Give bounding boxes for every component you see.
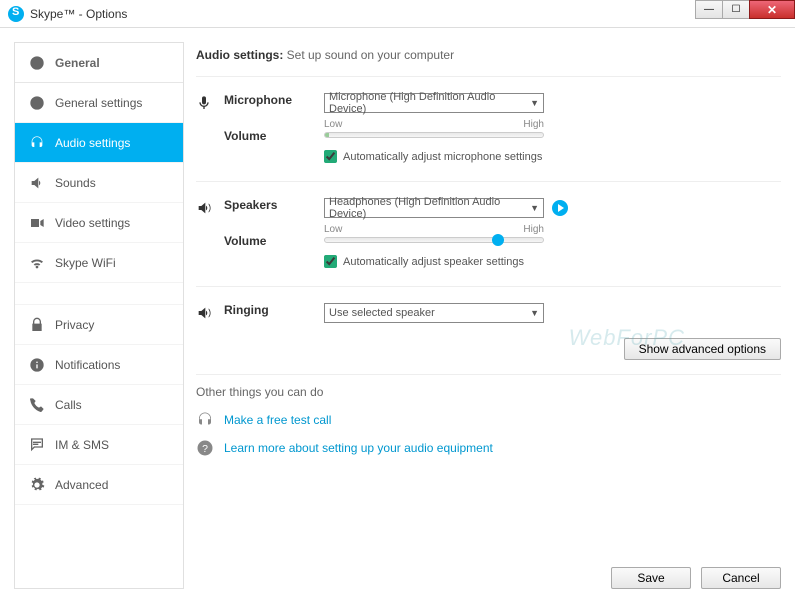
sidebar-label: General: [55, 56, 100, 70]
sidebar-item-skype-wifi[interactable]: Skype WiFi: [15, 243, 183, 283]
sidebar-item-notifications[interactable]: Notifications: [15, 345, 183, 385]
page-header-rest: Set up sound on your computer: [283, 48, 454, 62]
sidebar-label: Sounds: [55, 176, 96, 190]
spk-high-label: High: [523, 224, 544, 235]
sidebar-label: Notifications: [55, 358, 120, 372]
camera-icon: [29, 215, 45, 231]
section-speakers: Speakers Volume Headphones (High Definit…: [196, 182, 781, 287]
link-test-call[interactable]: Make a free test call: [224, 413, 331, 427]
sidebar-label: Audio settings: [55, 136, 130, 150]
sidebar-label: Calls: [55, 398, 82, 412]
info-icon: [29, 357, 45, 373]
sidebar-item-sounds[interactable]: Sounds: [15, 163, 183, 203]
link-learn-more[interactable]: Learn more about setting up your audio e…: [224, 441, 493, 455]
speakers-auto-input[interactable]: [324, 255, 337, 268]
sidebar-item-audio-settings[interactable]: Audio settings: [15, 123, 183, 163]
cancel-button[interactable]: Cancel: [701, 567, 781, 589]
maximize-button[interactable]: ☐: [722, 0, 750, 19]
sidebar-label: Skype WiFi: [55, 256, 116, 270]
sidebar-label: General settings: [55, 96, 142, 110]
gear-icon: [29, 477, 45, 493]
speaker-icon: [29, 175, 45, 191]
speakers-volume-label: Volume: [224, 234, 324, 248]
microphone-icon: [196, 93, 224, 163]
sidebar-spacer: [15, 283, 183, 305]
mic-low-label: Low: [324, 119, 342, 130]
ringing-device-value: Use selected speaker: [329, 307, 435, 319]
speakers-auto-label: Automatically adjust speaker settings: [343, 256, 524, 268]
phone-icon: [29, 397, 45, 413]
microphone-device-value: Microphone (High Definition Audio Device…: [329, 91, 530, 115]
window-buttons: — ☐ ✕: [696, 0, 795, 20]
sidebar-item-advanced[interactable]: Advanced: [15, 465, 183, 505]
microphone-volume-slider[interactable]: [324, 132, 544, 138]
other-header: Other things you can do: [196, 385, 781, 399]
speakers-volume-slider[interactable]: [324, 237, 544, 243]
close-button[interactable]: ✕: [749, 0, 795, 19]
mic-high-label: High: [523, 119, 544, 130]
chevron-down-icon: ▼: [530, 203, 539, 213]
footer: Save Cancel: [196, 555, 781, 589]
svg-text:?: ?: [202, 443, 208, 455]
microphone-auto-checkbox[interactable]: Automatically adjust microphone settings: [324, 150, 781, 163]
main-panel: Audio settings: Set up sound on your com…: [196, 42, 781, 589]
microphone-auto-input[interactable]: [324, 150, 337, 163]
microphone-label: Microphone: [224, 93, 324, 107]
sidebar-label: IM & SMS: [55, 438, 109, 452]
sidebar-item-im-sms[interactable]: IM & SMS: [15, 425, 183, 465]
sidebar-item-general-settings[interactable]: General settings: [15, 83, 183, 123]
chevron-down-icon: ▼: [530, 98, 539, 108]
section-ringing: Ringing Use selected speaker ▼: [196, 287, 781, 332]
microphone-device-dropdown[interactable]: Microphone (High Definition Audio Device…: [324, 93, 544, 113]
sidebar-item-general-header[interactable]: General: [15, 43, 183, 83]
test-speaker-button[interactable]: [552, 200, 568, 216]
help-icon: ?: [196, 439, 214, 457]
save-button[interactable]: Save: [611, 567, 691, 589]
speakers-device-dropdown[interactable]: Headphones (High Definition Audio Device…: [324, 198, 544, 218]
sidebar-item-video-settings[interactable]: Video settings: [15, 203, 183, 243]
microphone-auto-label: Automatically adjust microphone settings: [343, 151, 542, 163]
sidebar-label: Privacy: [55, 318, 94, 332]
speakers-auto-checkbox[interactable]: Automatically adjust speaker settings: [324, 255, 781, 268]
lock-icon: [29, 317, 45, 333]
speakers-label: Speakers: [224, 198, 324, 212]
speaker-icon: [196, 303, 224, 326]
sidebar-label: Video settings: [55, 216, 130, 230]
speakers-device-value: Headphones (High Definition Audio Device…: [329, 196, 530, 220]
section-microphone: Microphone Volume Microphone (High Defin…: [196, 77, 781, 182]
sidebar-item-privacy[interactable]: Privacy: [15, 305, 183, 345]
skype-icon: [29, 55, 45, 71]
chat-icon: [29, 437, 45, 453]
title-bar: Skype™ - Options — ☐ ✕: [0, 0, 795, 28]
sidebar: General General settings Audio settings …: [14, 42, 184, 589]
page-header: Audio settings: Set up sound on your com…: [196, 42, 781, 77]
sidebar-label: Advanced: [55, 478, 108, 492]
show-advanced-button[interactable]: Show advanced options: [624, 338, 781, 360]
ringing-label: Ringing: [224, 303, 324, 317]
microphone-volume-label: Volume: [224, 129, 324, 143]
sidebar-item-calls[interactable]: Calls: [15, 385, 183, 425]
skype-icon: [29, 95, 45, 111]
chevron-down-icon: ▼: [530, 308, 539, 318]
headset-icon: [196, 411, 214, 429]
spk-low-label: Low: [324, 224, 342, 235]
page-header-bold: Audio settings:: [196, 48, 283, 62]
ringing-device-dropdown[interactable]: Use selected speaker ▼: [324, 303, 544, 323]
headset-icon: [29, 135, 45, 151]
skype-logo-icon: [8, 6, 24, 22]
speaker-icon: [196, 198, 224, 268]
wifi-icon: [29, 255, 45, 271]
other-things: Other things you can do Make a free test…: [196, 375, 781, 467]
window-title: Skype™ - Options: [30, 7, 127, 21]
minimize-button[interactable]: —: [695, 0, 723, 19]
